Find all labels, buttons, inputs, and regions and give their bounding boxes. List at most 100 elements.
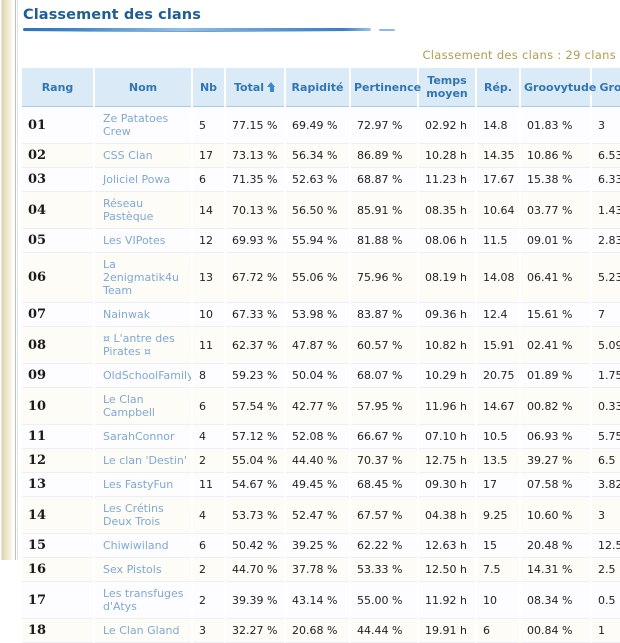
cell-pertinence: 66.67 % xyxy=(350,424,419,449)
column-header-temps-moyen-label: Temps moyen xyxy=(426,74,468,100)
cell-rang: 16 xyxy=(22,557,95,582)
cell-nom[interactable]: SarahConnor xyxy=(94,424,193,449)
title-underline-decoration xyxy=(23,25,395,36)
cell-rang: 01 xyxy=(22,106,95,144)
cell-groovytude: 00.82 % xyxy=(520,387,592,425)
clan-count-summary: Classement des clans : 29 clans xyxy=(422,48,616,62)
cell-total: 57.54 % xyxy=(225,387,286,425)
cell-rep: 10 xyxy=(476,581,521,619)
cell-rep: 14.67 xyxy=(476,387,521,425)
cell-nom[interactable]: Réseau Pastèque xyxy=(94,191,193,229)
cell-rep: 14.08 xyxy=(476,252,521,303)
cell-groovytude: 39.27 % xyxy=(520,448,592,473)
cell-rep: 14.35 xyxy=(476,143,521,168)
cell-groovytude: 20.48 % xyxy=(520,533,592,558)
cell-rep: 6 xyxy=(476,618,521,643)
cell-pertinence: 62.22 % xyxy=(350,533,419,558)
cell-nb: 2 xyxy=(192,557,226,582)
column-header-rep[interactable]: Rép. xyxy=(476,68,521,107)
cell-nb: 6 xyxy=(192,167,226,192)
cell-nom[interactable]: ¤ L'antre des Pirates ¤ xyxy=(94,326,193,364)
cell-groovytude: 14.31 % xyxy=(520,557,592,582)
cell-nom[interactable]: La 2enigmatik4u Team xyxy=(94,252,193,303)
cell-groovytude: 03.77 % xyxy=(520,191,592,229)
column-header-rang[interactable]: Rang xyxy=(22,68,95,107)
cell-pertinence: 75.96 % xyxy=(350,252,419,303)
cell-nom[interactable]: Les FastyFun xyxy=(94,472,193,497)
table-row: 07 Nainwak 10 67.33 % 53.98 % 83.87 % 09.36 h1… xyxy=(22,302,620,327)
cell-nb: 12 xyxy=(192,228,226,253)
cell-groovytude: 07.58 % xyxy=(520,472,592,497)
cell-nom[interactable]: Les transfuges d'Atys xyxy=(94,581,193,619)
cell-nom[interactable]: Le Clan Gland xyxy=(94,618,193,643)
cell-pertinence: 57.95 % xyxy=(350,387,419,425)
cell-temps: 08.19 h xyxy=(418,252,477,303)
cell-total: 57.12 % xyxy=(225,424,286,449)
cell-temps: 12.63 h xyxy=(418,533,477,558)
cell-groovytude: 10.86 % xyxy=(520,143,592,168)
cell-pertinence: 68.87 % xyxy=(350,167,419,192)
column-header-pertinence-label: Pertinence xyxy=(354,80,422,94)
table-row: 04 Réseau Pastèque 14 70.13 % 56.50 % 85.91 %… xyxy=(22,191,620,229)
column-header-pertinence[interactable]: Pertinence xyxy=(350,68,422,107)
cell-nom[interactable]: Le clan 'Destin' xyxy=(94,448,193,473)
cell-groovy: 0.33 xyxy=(591,387,620,425)
cell-groovytude: 00.84 % xyxy=(520,618,592,643)
column-header-groovytude[interactable]: Groovytude xyxy=(520,68,596,107)
cell-nb: 6 xyxy=(192,387,226,425)
cell-nom[interactable]: Les Crétins Deux Trois xyxy=(94,496,193,534)
cell-rep: 17.67 xyxy=(476,167,521,192)
cell-nom[interactable]: OldSchoolFamily xyxy=(94,363,193,388)
cell-temps: 08.35 h xyxy=(418,191,477,229)
column-header-total[interactable]: Total xyxy=(225,68,286,107)
cell-nom[interactable]: Sex Pistols xyxy=(94,557,193,582)
cell-groovytude: 15.38 % xyxy=(520,167,592,192)
cell-nom[interactable]: Le Clan Campbell xyxy=(94,387,193,425)
cell-nom[interactable]: Chiwiwiland xyxy=(94,533,193,558)
table-header-row: Rang Nom Nb Total Rapidité Pertinence Te… xyxy=(22,68,620,107)
column-header-nom-label: Nom xyxy=(128,80,158,94)
cell-rapidite: 52.47 % xyxy=(285,496,351,534)
cell-nom[interactable]: Ze Patatoes Crew xyxy=(94,106,193,144)
gutter-divider-line xyxy=(15,0,16,560)
cell-groovytude: 08.34 % xyxy=(520,581,592,619)
column-header-rapidite[interactable]: Rapidité xyxy=(285,68,351,107)
clan-ranking-table: Rang Nom Nb Total Rapidité Pertinence Te… xyxy=(22,68,620,643)
cell-temps: 08.06 h xyxy=(418,228,477,253)
cell-temps: 11.96 h xyxy=(418,387,477,425)
cell-groovy: 12.5 xyxy=(591,533,620,558)
cell-total: 73.13 % xyxy=(225,143,286,168)
table-row: 08 ¤ L'antre des Pirates ¤ 11 62.37 % 47.87 … xyxy=(22,326,620,364)
cell-temps: 10.82 h xyxy=(418,326,477,364)
cell-temps: 10.28 h xyxy=(418,143,477,168)
column-header-nb[interactable]: Nb xyxy=(192,68,226,107)
cell-temps: 02.92 h xyxy=(418,106,477,144)
sort-ascending-arrow-icon[interactable] xyxy=(267,81,276,92)
column-header-total-label: Total xyxy=(233,80,265,94)
cell-nom[interactable]: Joliciel Powa xyxy=(94,167,193,192)
cell-groovy: 6.53 xyxy=(591,143,620,168)
cell-rapidite: 52.63 % xyxy=(285,167,351,192)
cell-groovy: 1.43 xyxy=(591,191,620,229)
table-row: 01 Ze Patatoes Crew 5 77.15 % 69.49 % 72.97 %… xyxy=(22,106,620,144)
table-row: 10 Le Clan Campbell 6 57.54 % 42.77 % 57.95 %… xyxy=(22,387,620,425)
cell-nom[interactable]: CSS Clan xyxy=(94,143,193,168)
column-header-rang-label: Rang xyxy=(41,80,74,94)
cell-nom[interactable]: Les VIPotes xyxy=(94,228,193,253)
cell-groovytude: 06.41 % xyxy=(520,252,592,303)
column-header-temps-moyen[interactable]: Temps moyen xyxy=(418,68,477,107)
cell-rapidite: 52.08 % xyxy=(285,424,351,449)
cell-rang: 08 xyxy=(22,326,95,364)
cell-groovy: 7 xyxy=(591,302,620,327)
cell-rep: 7.5 xyxy=(476,557,521,582)
cell-total: 53.73 % xyxy=(225,496,286,534)
cell-rapidite: 50.04 % xyxy=(285,363,351,388)
cell-temps: 09.36 h xyxy=(418,302,477,327)
cell-total: 67.33 % xyxy=(225,302,286,327)
cell-temps: 12.75 h xyxy=(418,448,477,473)
cell-rep: 12.4 xyxy=(476,302,521,327)
cell-nom[interactable]: Nainwak xyxy=(94,302,193,327)
cell-pertinence: 44.44 % xyxy=(350,618,419,643)
cell-rapidite: 56.34 % xyxy=(285,143,351,168)
column-header-nom[interactable]: Nom xyxy=(94,68,193,107)
